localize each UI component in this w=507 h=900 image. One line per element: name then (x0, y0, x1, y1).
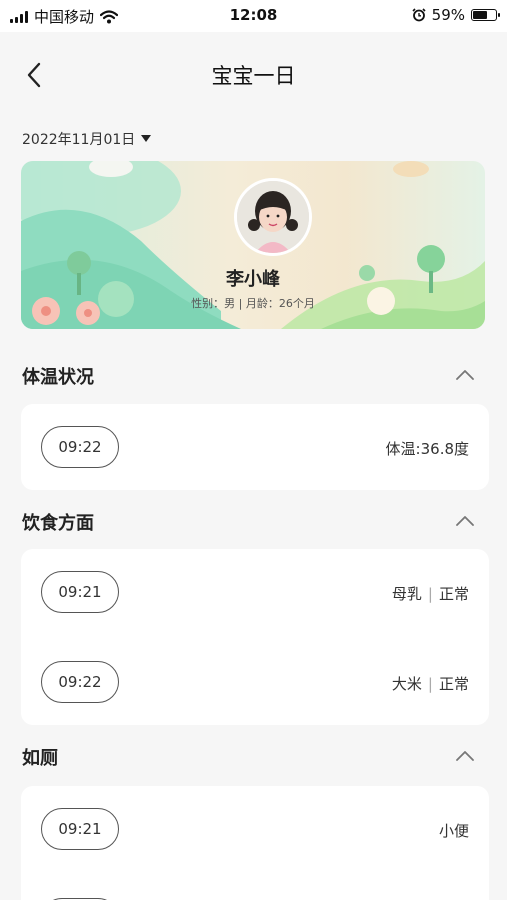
battery-percent: 59% (431, 6, 465, 24)
date-value: 2022年11月01日 (22, 132, 136, 148)
card-diet: 09:21 母乳 | 正常 09:22 大米 | 正常 (21, 549, 489, 725)
time-chip[interactable]: 09:22 (41, 426, 119, 468)
food-label: 母乳 (391, 585, 422, 603)
record-value: 体温:36.8度 (385, 440, 469, 458)
caret-down-icon (141, 135, 152, 142)
collapse-toggle[interactable] (453, 509, 477, 533)
card-toilet: 09:21 小便 (21, 786, 489, 900)
section-header-diet: 饮食方面 (22, 507, 485, 537)
nav-bar: 宝宝一日 (0, 40, 507, 110)
section-title: 如厕 (22, 748, 58, 769)
record-row (21, 876, 489, 900)
status-right: 59% (412, 6, 500, 24)
section-title: 体温状况 (22, 367, 94, 388)
record-row: 09:21 母乳 | 正常 (21, 549, 489, 639)
separator: | (427, 675, 433, 693)
profile-banner: 李小峰 性别：男 | 月龄：26个月 (21, 161, 485, 329)
record-value: 大米 | 正常 (392, 673, 469, 694)
time-chip[interactable]: 09:22 (41, 661, 119, 703)
section-header-toilet: 如厕 (22, 742, 485, 772)
child-photo (237, 181, 309, 253)
record-row: 09:22 体温:36.8度 (21, 404, 489, 494)
chevron-up-icon (456, 751, 474, 761)
section-title: 饮食方面 (22, 513, 94, 534)
record-value: 母乳 | 正常 (392, 583, 469, 604)
alarm-icon (412, 8, 426, 22)
battery-fill (473, 11, 488, 19)
food-label: 大米 (391, 675, 422, 693)
record-row: 09:22 大米 | 正常 (21, 639, 489, 729)
status-label: 正常 (438, 675, 469, 693)
time-chip[interactable]: 09:21 (41, 808, 119, 850)
status-bar: 中国移动 12:08 59% (0, 0, 507, 32)
record-row: 09:21 小便 (21, 786, 489, 876)
battery-icon (471, 9, 500, 21)
separator: | (427, 585, 433, 603)
card-temperature: 09:22 体温:36.8度 (21, 404, 489, 490)
child-info: 性别：男 | 月龄：26个月 (191, 297, 315, 310)
status-label: 正常 (438, 585, 469, 603)
time-chip[interactable]: 09:21 (41, 571, 119, 613)
child-name: 李小峰 (226, 269, 280, 290)
section-header-temperature: 体温状况 (22, 361, 485, 391)
avatar (234, 178, 312, 256)
page-title: 宝宝一日 (211, 64, 296, 88)
collapse-toggle[interactable] (453, 363, 477, 387)
collapse-toggle[interactable] (453, 744, 477, 768)
date-picker[interactable]: 2022年11月01日 (22, 129, 152, 149)
chevron-up-icon (456, 370, 474, 380)
record-value: 小便 (438, 822, 469, 840)
chevron-up-icon (456, 516, 474, 526)
